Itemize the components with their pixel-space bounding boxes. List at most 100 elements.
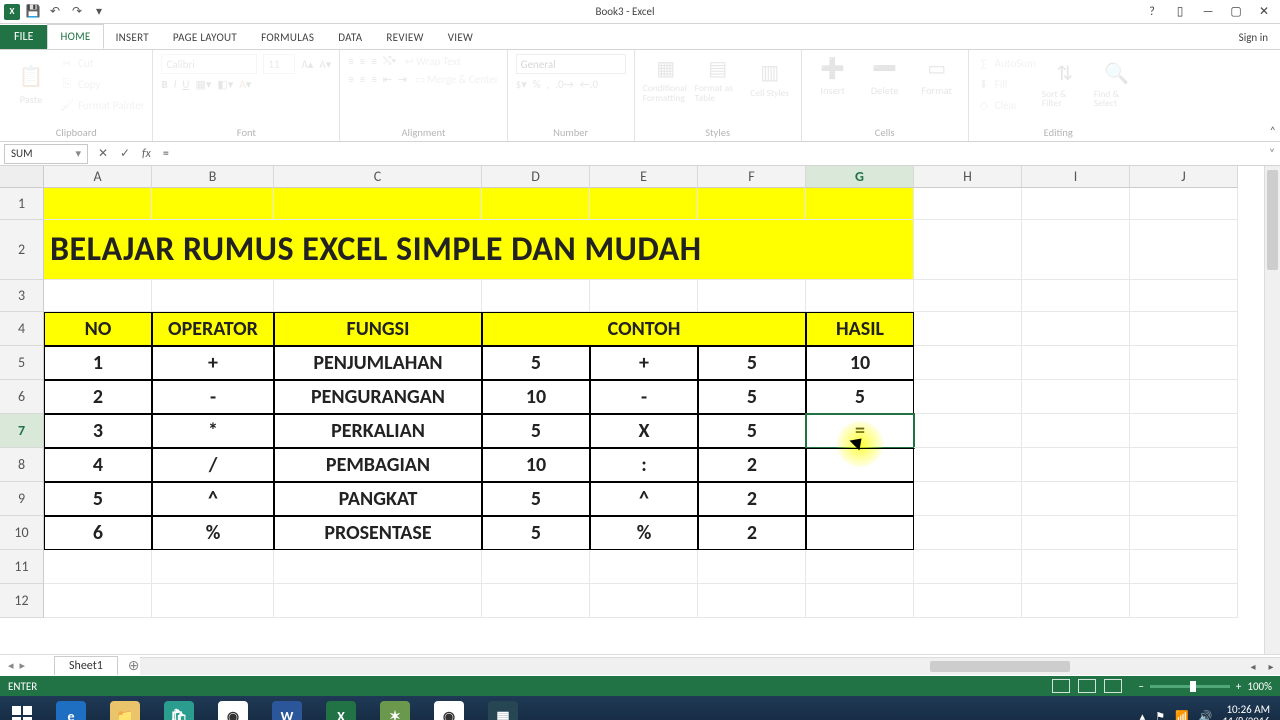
page-layout-view-icon[interactable]	[1078, 679, 1096, 693]
taskbar-app-excel[interactable]: X	[314, 696, 368, 720]
tab-data[interactable]: DATA	[326, 26, 374, 49]
cell-J7[interactable]	[1130, 414, 1238, 448]
column-headers[interactable]: ABCDEFGHIJ	[44, 166, 1238, 188]
cell-B11[interactable]	[152, 550, 274, 584]
cell-H1[interactable]	[914, 188, 1022, 220]
tab-review[interactable]: REVIEW	[374, 26, 435, 49]
font-name-combo[interactable]: Calibri	[161, 54, 257, 74]
cell-A11[interactable]	[44, 550, 152, 584]
cell-C12[interactable]	[274, 584, 482, 618]
cell-A3[interactable]	[44, 280, 152, 312]
name-box[interactable]: SUM▾	[4, 144, 88, 164]
row-header-8[interactable]: 8	[0, 448, 44, 482]
cell-I12[interactable]	[1022, 584, 1130, 618]
formula-input[interactable]: =	[157, 147, 1264, 161]
cell-E8[interactable]: :	[590, 448, 698, 482]
cell-A5[interactable]: 1	[44, 346, 152, 380]
cell-I9[interactable]	[1022, 482, 1130, 516]
tab-home[interactable]: HOME	[47, 24, 103, 49]
cell-J4[interactable]	[1130, 312, 1238, 346]
enter-formula-icon[interactable]: ✓	[114, 146, 136, 161]
cell-C11[interactable]	[274, 550, 482, 584]
zoom-control[interactable]: − + 100%	[1130, 680, 1280, 693]
borders-button[interactable]: ▦▾	[195, 78, 211, 91]
cell-G7[interactable]: =	[806, 414, 914, 448]
orientation-icon[interactable]: ⤭▾	[383, 54, 396, 68]
normal-view-icon[interactable]	[1052, 679, 1070, 693]
cell-A8[interactable]: 4	[44, 448, 152, 482]
cell-C4[interactable]: FUNGSI	[274, 312, 482, 346]
tab-view[interactable]: VIEW	[436, 26, 485, 49]
tab-page-layout[interactable]: PAGE LAYOUT	[161, 26, 249, 49]
cell-B9[interactable]: ^	[152, 482, 274, 516]
font-size-combo[interactable]: 11	[263, 54, 295, 74]
row-header-5[interactable]: 5	[0, 346, 44, 380]
italic-button[interactable]: I	[174, 78, 177, 91]
cell-C7[interactable]: PERKALIAN	[274, 414, 482, 448]
row-headers[interactable]: 123456789101112	[0, 188, 44, 618]
cell-D8[interactable]: 10	[482, 448, 590, 482]
cell-B12[interactable]	[152, 584, 274, 618]
cell-G10[interactable]	[806, 516, 914, 550]
cell-D11[interactable]	[482, 550, 590, 584]
format-as-table-button[interactable]: ▤Format as Table	[695, 54, 741, 103]
vscroll-thumb[interactable]	[1267, 170, 1278, 270]
cell-F12[interactable]	[698, 584, 806, 618]
cancel-formula-icon[interactable]: ✕	[92, 146, 114, 161]
format-painter-button[interactable]: 🖌Format Painter	[60, 96, 144, 114]
ribbon-display-icon[interactable]: ▯	[1170, 4, 1190, 20]
cell-F10[interactable]: 2	[698, 516, 806, 550]
zoom-in-icon[interactable]: +	[1236, 680, 1241, 693]
cell-J5[interactable]	[1130, 346, 1238, 380]
cell-B4[interactable]: OPERATOR	[152, 312, 274, 346]
sort-filter-button[interactable]: ⇅Sort & Filter	[1042, 54, 1088, 114]
cell-E9[interactable]: ^	[590, 482, 698, 516]
start-button[interactable]	[0, 696, 44, 720]
cell-B8[interactable]: /	[152, 448, 274, 482]
cell-E6[interactable]: -	[590, 380, 698, 414]
cell-I5[interactable]	[1022, 346, 1130, 380]
percent-icon[interactable]: %	[533, 78, 541, 91]
tray-up-icon[interactable]: ▴	[1140, 710, 1146, 720]
align-bottom-icon[interactable]: ≡	[371, 55, 376, 68]
col-header-A[interactable]: A	[44, 166, 152, 188]
cell-I10[interactable]	[1022, 516, 1130, 550]
fx-icon[interactable]: fx	[136, 147, 157, 161]
tab-formulas[interactable]: FORMULAS	[249, 26, 326, 49]
select-all-corner[interactable]	[0, 166, 44, 188]
cell-styles-button[interactable]: ▥Cell Styles	[747, 54, 793, 103]
cell-I6[interactable]	[1022, 380, 1130, 414]
cell-I4[interactable]	[1022, 312, 1130, 346]
row-header-7[interactable]: 7	[0, 414, 44, 448]
cell-G3[interactable]	[806, 280, 914, 312]
cell-D6[interactable]: 10	[482, 380, 590, 414]
fill-color-button[interactable]: ◧▾	[217, 78, 233, 91]
tab-file[interactable]: FILE	[0, 25, 47, 49]
increase-indent-icon[interactable]: ⇥	[398, 73, 407, 86]
cell-I3[interactable]	[1022, 280, 1130, 312]
cell-H6[interactable]	[914, 380, 1022, 414]
sheet-tab[interactable]: Sheet1	[54, 656, 118, 675]
tab-insert[interactable]: INSERT	[104, 26, 161, 49]
find-select-button[interactable]: 🔍Find & Select	[1094, 54, 1140, 114]
cell-G6[interactable]: 5	[806, 380, 914, 414]
tray-flag-icon[interactable]: ⚑	[1155, 710, 1165, 720]
autosum-button[interactable]: ∑AutoSum	[977, 54, 1036, 72]
cell-C8[interactable]: PEMBAGIAN	[274, 448, 482, 482]
cell-C5[interactable]: PENJUMLAHAN	[274, 346, 482, 380]
cell-H3[interactable]	[914, 280, 1022, 312]
cell-G5[interactable]: 10	[806, 346, 914, 380]
cell-H9[interactable]	[914, 482, 1022, 516]
cell-I2[interactable]	[1022, 220, 1130, 280]
merge-center-button[interactable]: ▭Merge & Center	[413, 72, 499, 86]
cell-I7[interactable]	[1022, 414, 1130, 448]
cell-C9[interactable]: PANGKAT	[274, 482, 482, 516]
cell-A4[interactable]: NO	[44, 312, 152, 346]
number-format-combo[interactable]: General	[516, 54, 626, 74]
sheet-nav-next-icon[interactable]: ▸	[20, 659, 26, 672]
taskbar-app-chrome2[interactable]: ◉	[422, 696, 476, 720]
sign-in-link[interactable]: Sign in	[1227, 26, 1280, 49]
taskbar-app-misc2[interactable]: ▦	[476, 696, 530, 720]
cell-C10[interactable]: PROSENTASE	[274, 516, 482, 550]
col-header-J[interactable]: J	[1130, 166, 1238, 188]
